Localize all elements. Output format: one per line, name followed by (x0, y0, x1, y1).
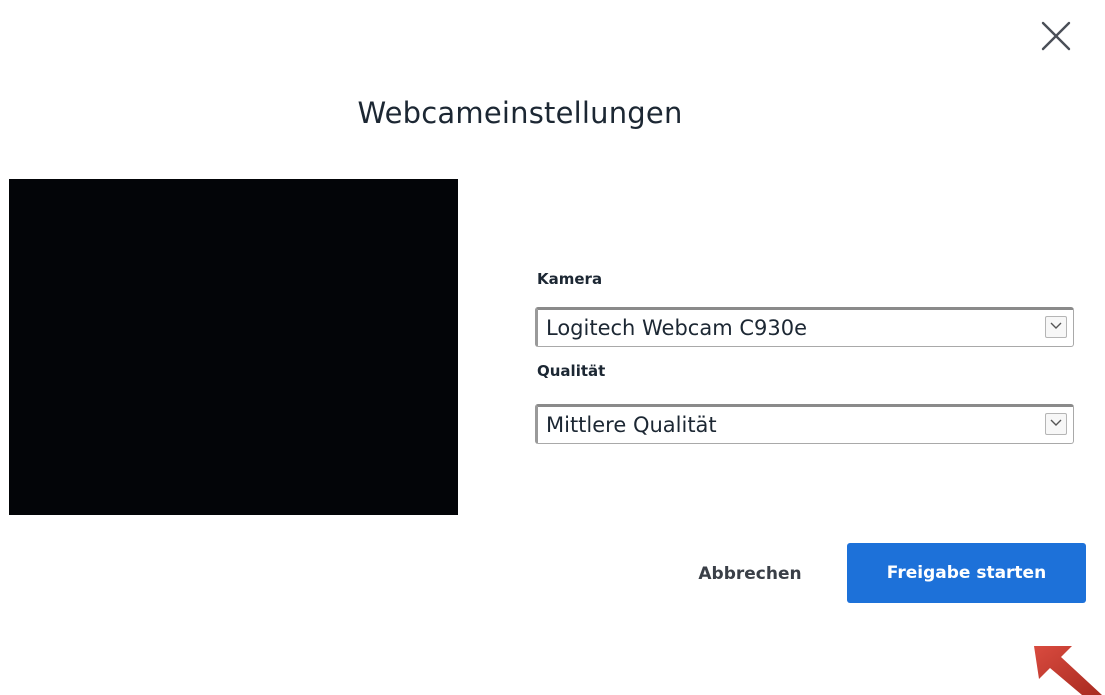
close-button[interactable] (1038, 18, 1074, 54)
start-sharing-button[interactable]: Freigabe starten (847, 543, 1086, 603)
chevron-down-icon (1045, 316, 1067, 338)
camera-select[interactable]: Logitech Webcam C930e (535, 307, 1074, 347)
cancel-button[interactable]: Abbrechen (672, 545, 828, 603)
webcam-settings-dialog: Webcameinstellungen Kamera Logitech Webc… (0, 0, 1105, 695)
chevron-down-icon (1045, 413, 1067, 435)
camera-select-value: Logitech Webcam C930e (546, 316, 808, 340)
quality-select-value: Mittlere Qualität (546, 413, 717, 437)
webcam-preview (9, 179, 458, 515)
quality-label: Qualität (537, 362, 606, 380)
close-icon (1041, 21, 1071, 51)
quality-select[interactable]: Mittlere Qualität (535, 404, 1074, 444)
dialog-title: Webcameinstellungen (357, 96, 683, 130)
pointer-arrow-icon (1030, 640, 1105, 695)
camera-label: Kamera (537, 270, 603, 288)
